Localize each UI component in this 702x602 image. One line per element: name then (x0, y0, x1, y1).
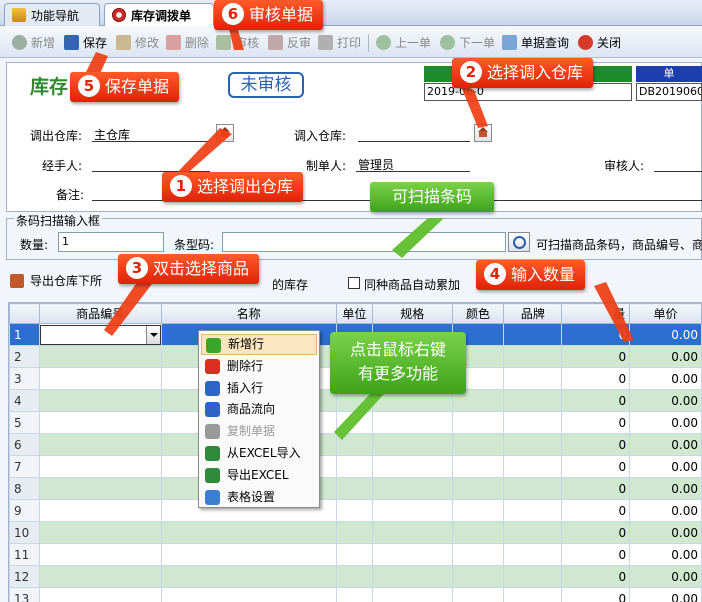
callout-1-text: 选择调出仓库 (197, 177, 294, 196)
arrow-scan (392, 218, 444, 258)
callout-5-number: 5 (78, 75, 100, 97)
arrow-3 (104, 278, 152, 336)
callout-5: 5 保存单据 (70, 72, 180, 102)
callout-6: 6 审核单据 (214, 0, 324, 30)
arrow-2 (460, 84, 488, 128)
arrow-menu (334, 394, 384, 440)
callout-1: 1 选择调出仓库 (162, 172, 304, 202)
callout-4-number: 4 (484, 263, 506, 285)
callout-4: 4 输入数量 (476, 260, 586, 290)
callout-menu-tip: 点击鼠标右键 有更多功能 (330, 332, 466, 394)
callout-1-number: 1 (170, 175, 192, 197)
callout-2-text: 选择调入仓库 (487, 63, 584, 82)
callout-3: 3 双击选择商品 (118, 254, 260, 284)
callout-3-number: 3 (126, 257, 148, 279)
callout-4-text: 输入数量 (511, 265, 576, 284)
callout-menu-tip-line1: 点击鼠标右键 (349, 340, 446, 359)
callout-6-number: 6 (222, 3, 244, 25)
callout-3-text: 双击选择商品 (153, 259, 250, 278)
callout-6-text: 审核单据 (249, 5, 314, 24)
callout-scan-tip: 可扫描条码 (370, 182, 495, 212)
callout-2: 2 选择调入仓库 (452, 58, 594, 88)
arrow-4 (594, 282, 634, 342)
callout-5-text: 保存单据 (105, 77, 170, 96)
callout-2-number: 2 (460, 61, 482, 83)
callout-menu-tip-line2: 有更多功能 (357, 364, 438, 383)
